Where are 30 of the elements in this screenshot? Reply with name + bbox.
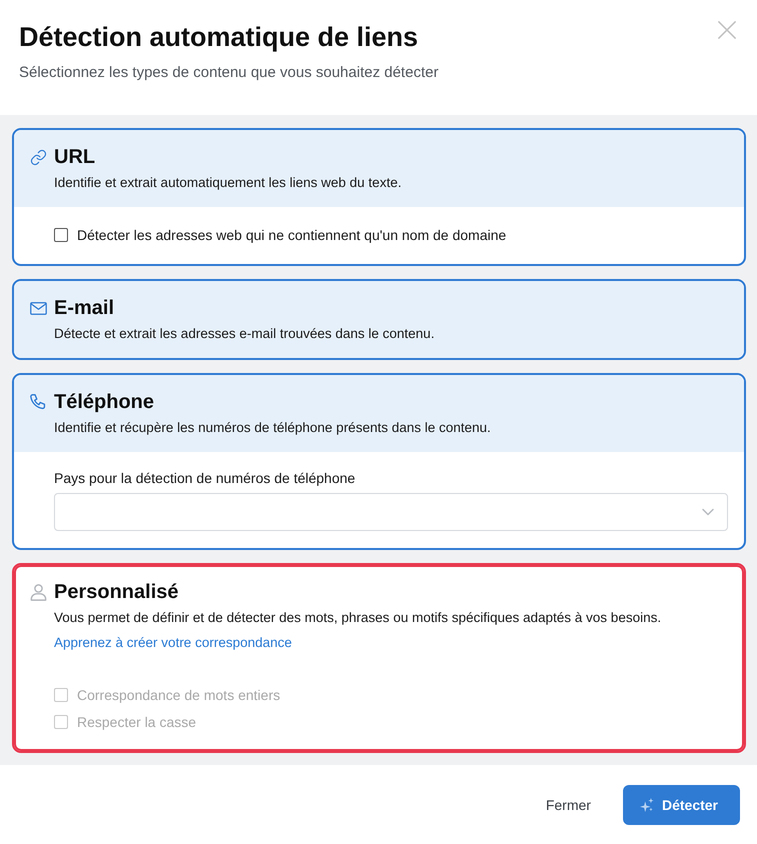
- card-title: Personnalisé: [54, 580, 179, 604]
- option-card[interactable]: [12, 563, 746, 753]
- card-description: Identifie et récupère les numéros de téléphone présents dans le contenu.: [54, 419, 491, 437]
- envelope-icon: [30, 300, 47, 316]
- checkbox-label: Détecter les adresses web qui ne contiennent qu'un nom de domaine: [77, 226, 506, 245]
- option-card[interactable]: Téléphone Identifie et récupère les numéros de téléphone présents dans le contenu. Pays pour la détection de numéros de téléphone: [12, 373, 746, 550]
- card-title: URL: [54, 145, 96, 169]
- detect-button[interactable]: Détecter: [622, 784, 740, 824]
- close-icon[interactable]: [718, 21, 736, 39]
- card-description: Vous permet de définir et de détecter des mots, phrases ou motifs spécifiques adaptés à vos besoins.: [54, 609, 662, 627]
- checkbox-label: Correspondance de mots entiers: [77, 686, 280, 705]
- field-label: Pays pour la détection de numéros de téléphone: [54, 469, 356, 488]
- close-button[interactable]: Fermer: [530, 784, 607, 824]
- checkbox[interactable]: [54, 228, 68, 242]
- card-title: Téléphone: [54, 390, 154, 414]
- checkbox-label: Respecter la casse: [77, 713, 196, 732]
- dialog-subtitle: Sélectionnez les types de contenu que vous souhaitez détecter: [19, 63, 438, 83]
- chevron-down-icon: [702, 508, 714, 516]
- sparkle-icon: [640, 798, 654, 812]
- country-select[interactable]: [54, 493, 728, 531]
- link-icon: [30, 148, 47, 166]
- help-link[interactable]: Apprenez à créer votre correspondance: [54, 633, 292, 653]
- dialog-title: Détection automatique de liens: [19, 21, 418, 53]
- option-card[interactable]: URL Identifie et extrait automatiquement les liens web du texte. Détecter les adresses web qui ne contiennent qu'un nom de domaine: [12, 128, 746, 266]
- user-icon: [30, 584, 47, 600]
- option-card[interactable]: E-mail Détecte et extrait les adresses e-mail trouvées dans le contenu.: [12, 279, 746, 360]
- phone-icon: [30, 394, 47, 410]
- card-title: E-mail: [54, 296, 114, 320]
- card-description: Détecte et extrait les adresses e-mail trouvées dans le contenu.: [54, 325, 434, 343]
- card-description: Identifie et extrait automatiquement les liens web du texte.: [54, 174, 402, 192]
